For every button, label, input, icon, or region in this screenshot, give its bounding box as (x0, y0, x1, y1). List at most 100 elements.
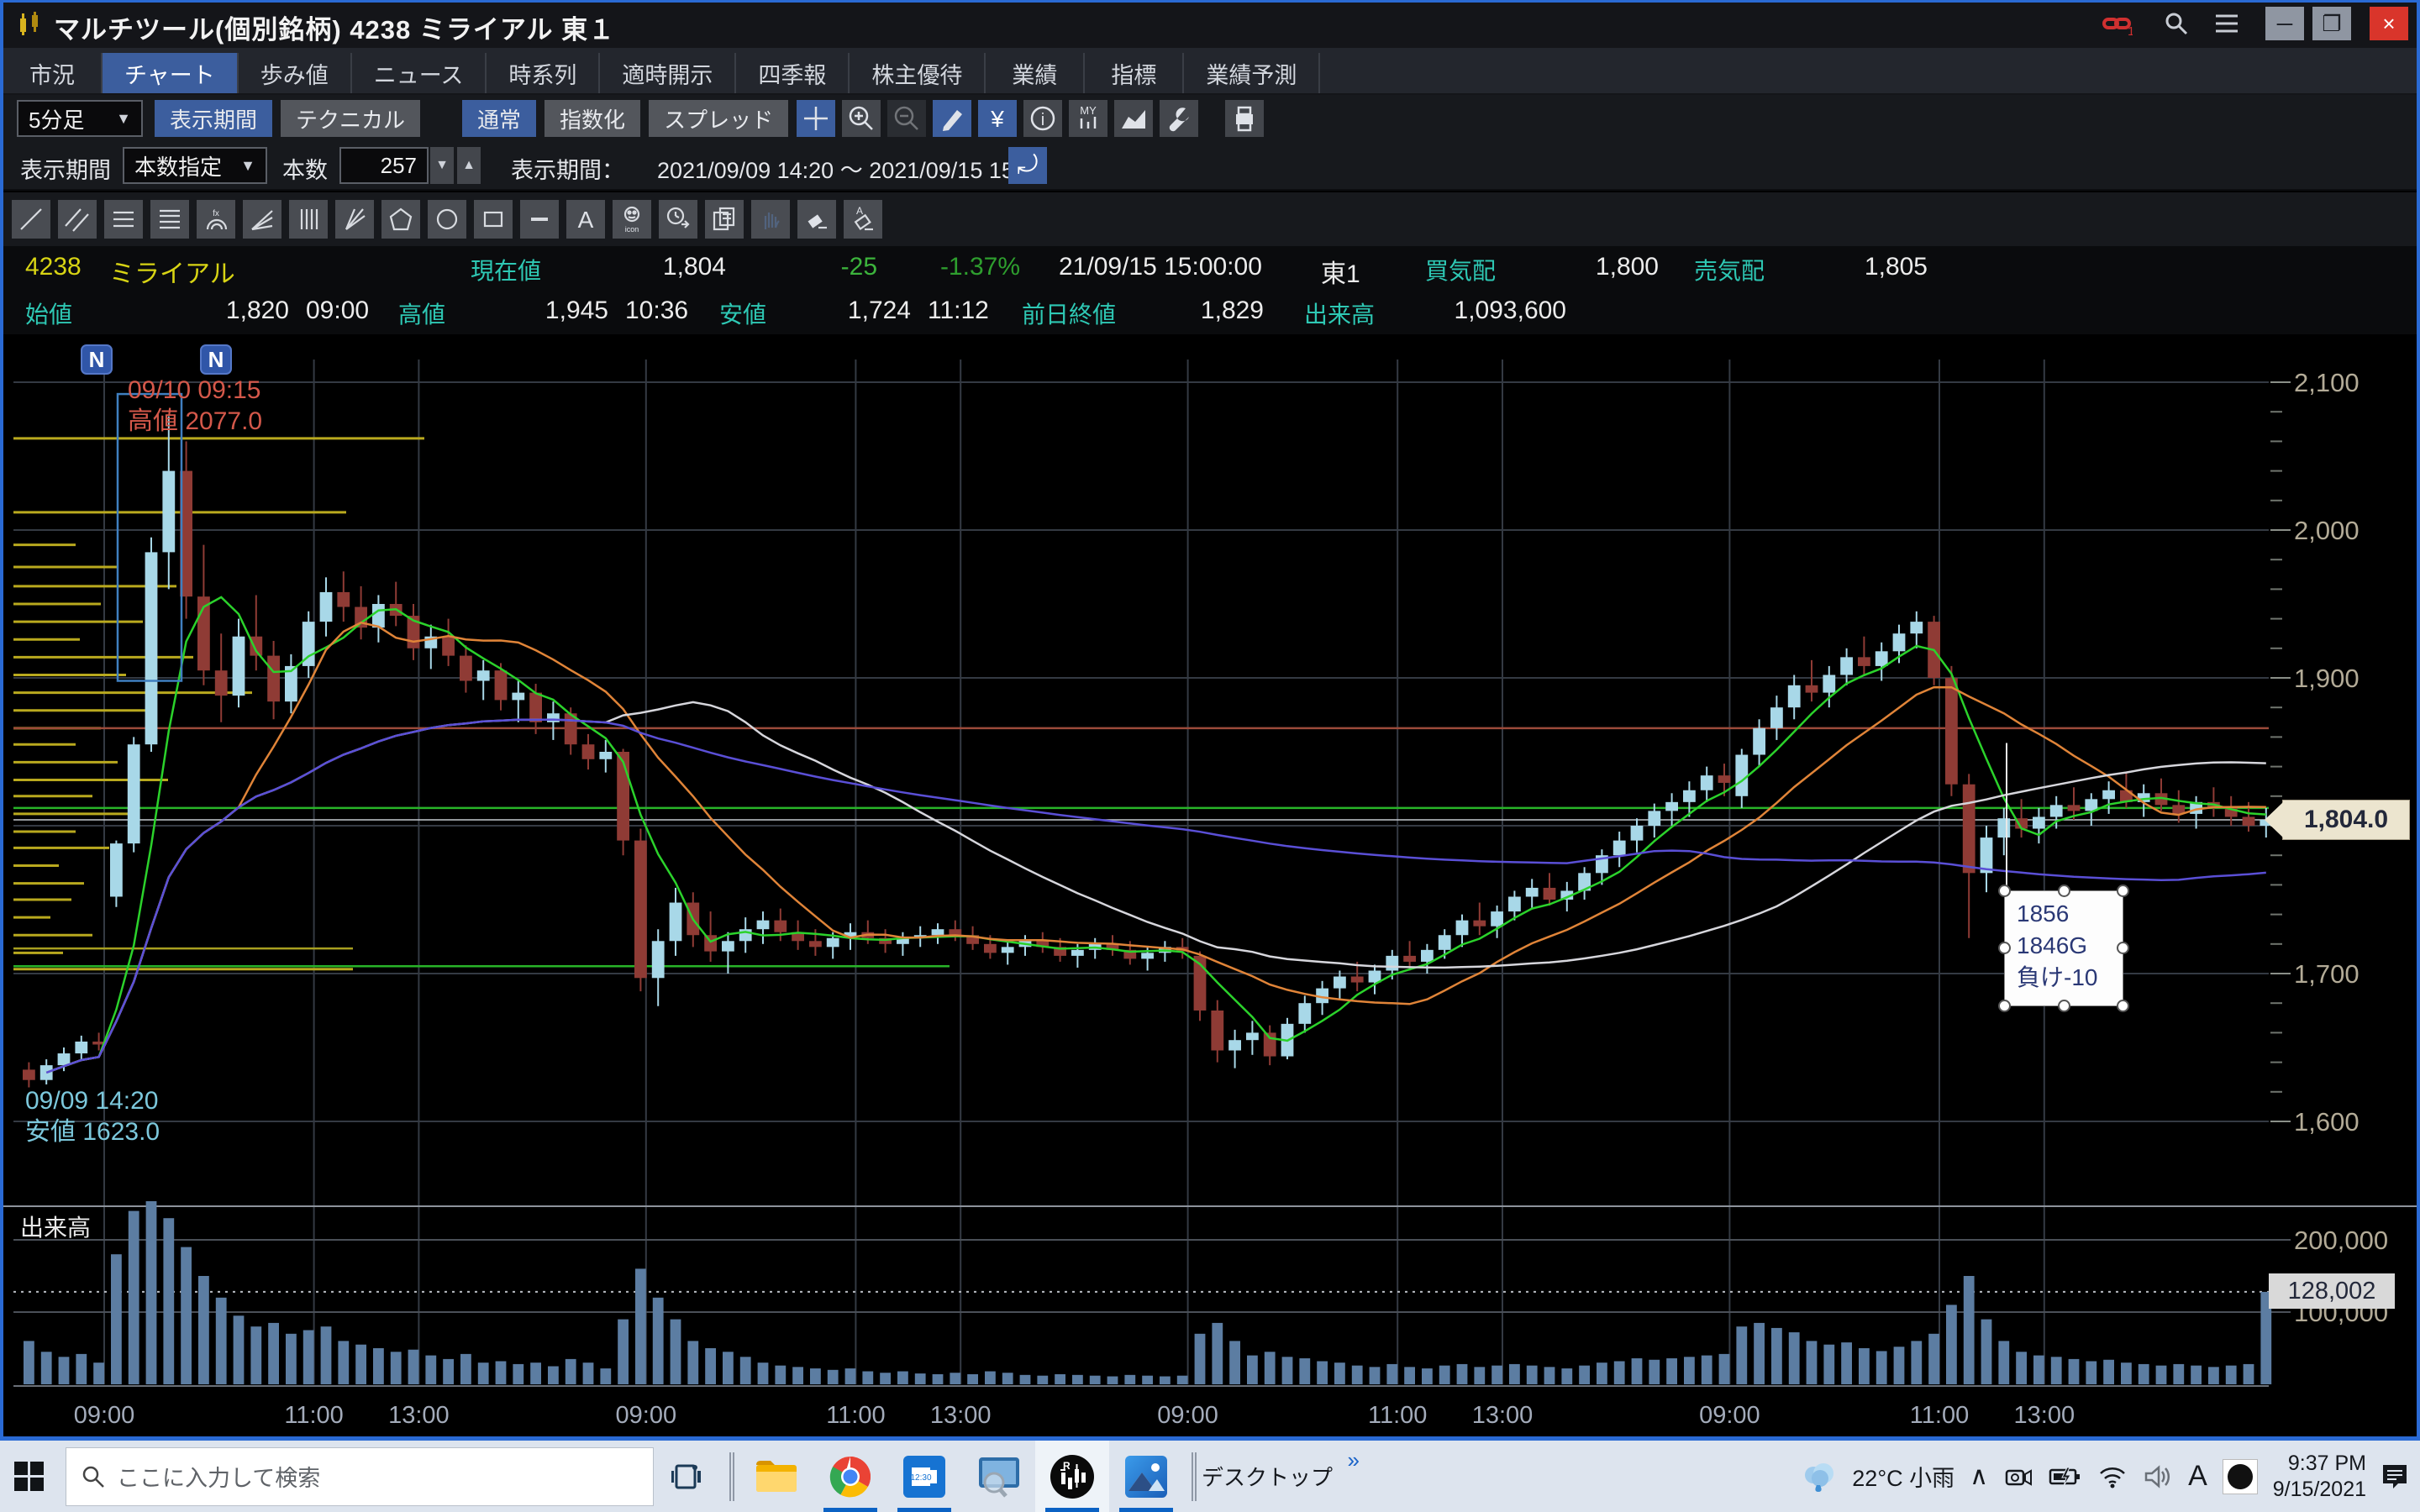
yen-icon[interactable]: ¥ (978, 100, 1017, 137)
period-label: 表示期間 (20, 152, 111, 185)
chevron-down-icon: ▼ (116, 110, 131, 128)
fib-retracement-icon[interactable] (104, 200, 143, 239)
eraser-icon[interactable] (797, 200, 836, 239)
meet-now-icon[interactable] (2003, 1464, 2033, 1489)
taskbar-app-marketspeed[interactable]: R (1035, 1441, 1109, 1512)
toolbar-button-表示期間[interactable]: 表示期間 (155, 100, 272, 137)
pentagon-icon[interactable] (381, 200, 420, 239)
wrench-icon[interactable] (1160, 100, 1198, 137)
weather-text[interactable]: 22°C 小雨 (1852, 1460, 1954, 1493)
volume-icon[interactable] (2143, 1464, 2173, 1489)
desktop-toolbar[interactable]: デスクトップ » (1202, 1461, 1366, 1492)
taskbar-app-clock-app[interactable]: 12:30 (887, 1441, 961, 1512)
zoom-out-icon[interactable] (887, 100, 926, 137)
taskbar-app-photos[interactable] (1109, 1441, 1183, 1512)
resize-handle[interactable] (2117, 942, 2129, 954)
tab-株主優待[interactable]: 株主優待 (850, 53, 986, 93)
reload-icon[interactable]: ⤾ (1008, 147, 1047, 184)
hand-tool-icon[interactable] (751, 200, 790, 239)
link-icon[interactable]: 1 (2101, 8, 2134, 39)
minimize-button[interactable]: ─ (2265, 7, 2304, 40)
area-chart-icon[interactable] (1114, 100, 1153, 137)
gann-fan-icon[interactable] (335, 200, 374, 239)
tab-四季報[interactable]: 四季報 (736, 53, 850, 93)
prev-close-label: 前日終値 (1022, 297, 1116, 330)
fib-arc-icon[interactable]: fx (197, 200, 235, 239)
weather-icon[interactable] (1800, 1460, 1837, 1494)
rectangle-icon[interactable] (474, 200, 513, 239)
resize-handle[interactable] (2117, 1000, 2129, 1012)
close-button[interactable]: × (2370, 7, 2408, 40)
info-icon[interactable]: i (1023, 100, 1062, 137)
restore-button[interactable]: ❐ (2312, 7, 2351, 40)
my-chart-icon[interactable]: MY (1069, 100, 1107, 137)
resize-handle[interactable] (2117, 885, 2129, 897)
fan-lines-icon[interactable] (243, 200, 281, 239)
horizontal-segment-icon[interactable] (520, 200, 559, 239)
hidden-icons-chevron[interactable]: ∧ (1970, 1462, 1988, 1491)
tab-チャート[interactable]: チャート (103, 53, 239, 93)
high-price: 1,945 (499, 297, 608, 325)
count-increment-button[interactable]: ▲ (457, 147, 481, 184)
tab-業績[interactable]: 業績 (986, 53, 1085, 93)
menu-icon[interactable] (2210, 8, 2244, 39)
period-mode-value: 本数指定 (134, 150, 222, 181)
icon-stamp-icon[interactable]: icon (613, 200, 651, 239)
tab-時系列[interactable]: 時系列 (487, 53, 600, 93)
tab-ニュース[interactable]: ニュース (352, 53, 487, 93)
resize-handle[interactable] (1998, 885, 2011, 897)
task-view-button[interactable] (654, 1441, 721, 1512)
toolbar-button-通常[interactable]: 通常 (462, 100, 536, 137)
wifi-icon[interactable] (2097, 1465, 2128, 1488)
tab-市況[interactable]: 市況 (3, 53, 103, 93)
time-cycle-icon[interactable] (659, 200, 697, 239)
start-button[interactable] (0, 1441, 59, 1512)
horizontal-lines-icon[interactable] (150, 200, 189, 239)
note-annotation-box[interactable]: 1856 1846G 負け-10 (2004, 890, 2123, 1006)
vertical-lines-icon[interactable] (289, 200, 328, 239)
interval-dropdown[interactable]: 5分足▼ (17, 100, 143, 137)
chart-area[interactable]: 2,1002,0001,9001,7001,600200,000100,0000… (0, 334, 2420, 1436)
system-tray: 22°C 小雨 ∧ A 9:37 PM 9/15/2021 (1800, 1451, 2420, 1503)
taskbar-clock[interactable]: 9:37 PM 9/15/2021 (2273, 1451, 2366, 1503)
parallel-channel-icon[interactable] (58, 200, 97, 239)
resize-handle[interactable] (1998, 1000, 2011, 1012)
search-placeholder: ここに入力して検索 (117, 1460, 320, 1493)
copy-tool-icon[interactable] (705, 200, 744, 239)
trend-line-icon[interactable] (12, 200, 50, 239)
count-input[interactable]: 257 (339, 147, 429, 184)
text-tool-icon[interactable]: A (566, 200, 605, 239)
pencil-icon[interactable] (933, 100, 971, 137)
resize-handle[interactable] (1998, 942, 2011, 954)
ellipse-icon[interactable] (428, 200, 466, 239)
taskbar-app-chrome[interactable] (813, 1441, 887, 1512)
price-chart[interactable]: 2,1002,0001,9001,7001,600200,000100,0000… (0, 334, 2420, 1436)
toolbar-button-テクニカル[interactable]: テクニカル (281, 100, 420, 137)
title-bar[interactable]: マルチツール(個別銘柄) 4238 ミライアル 東１ 1 ─ ❐ × (0, 0, 2420, 48)
tab-業績予測[interactable]: 業績予測 (1184, 53, 1320, 93)
eraser-all-icon[interactable]: A (844, 200, 882, 239)
tab-歩み値[interactable]: 歩み値 (239, 53, 352, 93)
printer-icon[interactable] (1225, 100, 1264, 137)
tab-指標[interactable]: 指標 (1085, 53, 1184, 93)
battery-icon[interactable] (2049, 1466, 2082, 1488)
taskbar-app-file-explorer[interactable] (739, 1441, 813, 1512)
toolbar-button-指数化[interactable]: 指数化 (544, 100, 640, 137)
count-decrement-button[interactable]: ▼ (430, 147, 454, 184)
zoom-in-icon[interactable] (842, 100, 881, 137)
ime-kana-icon[interactable] (2223, 1459, 2258, 1494)
news-marker[interactable]: N (200, 344, 232, 375)
action-center-icon[interactable] (2378, 1462, 2412, 1492)
resize-handle[interactable] (2058, 1000, 2070, 1012)
tab-適時開示[interactable]: 適時開示 (600, 53, 736, 93)
period-mode-dropdown[interactable]: 本数指定▼ (123, 147, 267, 184)
toolbar-button-スプレッド[interactable]: スプレッド (649, 100, 788, 137)
search-icon[interactable] (2160, 8, 2193, 39)
resize-handle[interactable] (2058, 885, 2070, 897)
ime-mode-indicator[interactable]: A (2188, 1460, 2207, 1493)
chevron-expand-icon[interactable]: » (1348, 1447, 1360, 1473)
crosshair-plus-icon[interactable] (797, 100, 835, 137)
taskbar-search-input[interactable]: ここに入力して検索 (66, 1447, 654, 1506)
news-marker[interactable]: N (81, 344, 113, 375)
taskbar-app-screen-magnifier[interactable] (961, 1441, 1035, 1512)
